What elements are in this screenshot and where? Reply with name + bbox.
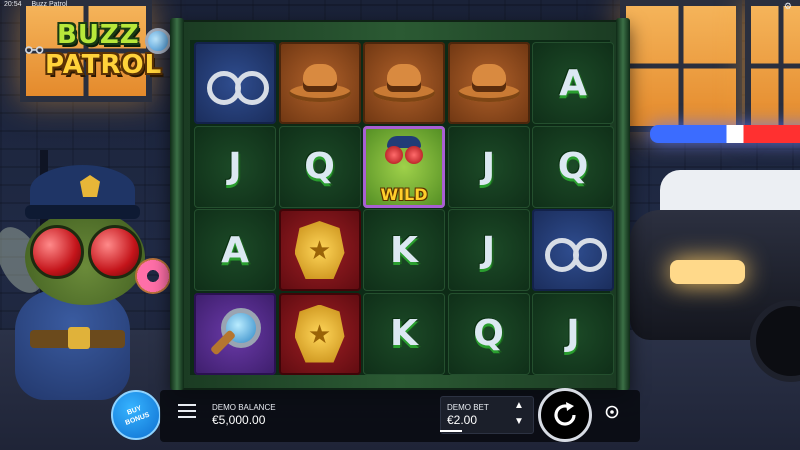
handcuffs-icon: [543, 230, 607, 272]
symbol-q: Q: [557, 146, 589, 187]
settings-icon[interactable]: ⚙: [784, 1, 792, 12]
status-bar: 20:54 Buzz Patrol: [4, 1, 67, 8]
fly-eye-right: [88, 225, 142, 279]
reel-cell-j: J: [194, 125, 276, 208]
reel-grid: A J Q WILD J Q A K J K Q J: [190, 40, 614, 375]
logo-line-2: PATROL: [45, 50, 163, 80]
fly-eye-left: [30, 225, 84, 279]
reel-cell-wild: WILD: [363, 125, 445, 208]
reel-cell-j: J: [532, 292, 614, 375]
car-headlight: [670, 260, 745, 284]
bet-indicator: [440, 430, 462, 432]
reel-cell-handcuffs: [194, 42, 276, 124]
reel-cell-j: J: [447, 125, 530, 208]
symbol-a: A: [559, 62, 587, 104]
symbol-k: K: [390, 229, 418, 271]
lit-window-far-right: [745, 0, 800, 132]
status-time: 20:54: [4, 1, 22, 8]
police-car: [620, 125, 800, 382]
reel-cell-a: A: [194, 209, 276, 291]
symbol-j: J: [481, 229, 496, 271]
bet-value: €2.00: [447, 413, 478, 427]
detective-hat-icon: [288, 62, 351, 104]
balance-value: €5,000.00: [212, 413, 266, 427]
symbol-j: J: [481, 146, 496, 187]
symbol-k: K: [390, 313, 418, 354]
symbol-a: A: [221, 229, 249, 271]
symbol-q: Q: [304, 146, 335, 187]
fly-cop-character: [0, 150, 180, 410]
reel-cell-q: Q: [447, 292, 530, 375]
frame-pillar-left: [170, 18, 184, 390]
buy-bonus-label: BUY BONUS: [124, 404, 151, 427]
chevron-up-icon[interactable]: ▲: [514, 400, 524, 411]
cap-visor: [25, 205, 140, 219]
wild-label: WILD: [380, 184, 428, 204]
reel-cell-k: K: [363, 209, 445, 291]
reel-cell-q: Q: [278, 125, 361, 208]
reel-cell-hat: [447, 42, 530, 124]
handcuff-logo-icon: ⚯: [25, 38, 44, 63]
lit-window-right: [620, 0, 742, 132]
symbol-q: Q: [473, 313, 504, 354]
balance-label: DEMO BALANCE: [212, 403, 276, 412]
reel-cell-hat: [278, 42, 361, 124]
frame-pillar-right: [616, 18, 630, 390]
symbol-j: J: [228, 146, 242, 187]
autoplay-icon[interactable]: [604, 404, 620, 420]
reel-cell-badge: [278, 209, 361, 291]
reel-cell-handcuffs: [532, 209, 614, 291]
spin-button[interactable]: [538, 388, 592, 442]
chevron-down-icon[interactable]: ▼: [514, 416, 524, 427]
reel-cell-a: A: [532, 42, 614, 124]
fly-belt-buckle: [68, 327, 90, 349]
detective-hat-icon: [457, 62, 520, 104]
reel-cell-badge: [278, 292, 361, 375]
hamburger-menu-icon[interactable]: [178, 404, 196, 418]
reel-cell-q: Q: [532, 125, 614, 208]
bet-label: DEMO BET: [447, 403, 489, 412]
reel-cell-magnifier: [194, 292, 276, 375]
police-badge-icon: [294, 304, 345, 363]
reel-cell-k: K: [363, 292, 445, 375]
magnifier-logo-icon: [145, 28, 171, 54]
police-badge-icon: [294, 221, 345, 279]
logo-line-1: BUZZ: [57, 20, 140, 50]
magnifier-icon: [205, 304, 265, 364]
game-logo: ⚯ BUZZ PATROL: [25, 20, 175, 85]
symbol-j: J: [566, 313, 580, 354]
buy-bonus-button[interactable]: BUY BONUS: [111, 390, 161, 440]
status-title: Buzz Patrol: [31, 1, 68, 8]
detective-hat-icon: [373, 62, 435, 104]
reel-cell-j: J: [447, 209, 530, 291]
reel-cell-hat: [363, 42, 445, 124]
handcuffs-icon: [205, 63, 269, 105]
wild-fly-icon: WILD: [363, 126, 445, 208]
donut-icon: [135, 258, 171, 294]
spin-arrow-icon: [554, 402, 576, 426]
siren-lightbar: [650, 125, 800, 143]
